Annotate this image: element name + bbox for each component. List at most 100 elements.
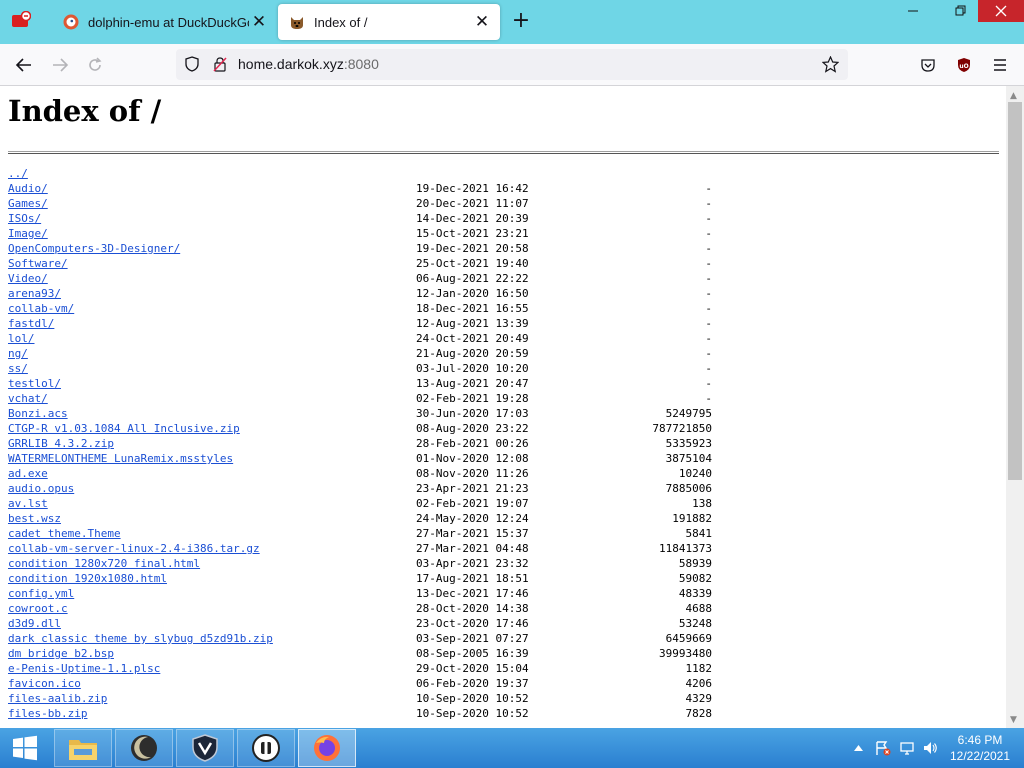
shield-app-icon [192, 734, 218, 762]
close-icon[interactable]: ✕ [472, 12, 492, 32]
taskbar-clock[interactable]: 6:46 PM 12/22/2021 [942, 732, 1018, 764]
app-menu-icon[interactable] [11, 11, 31, 29]
file-size: 787721850 [652, 422, 712, 435]
duckduckgo-icon [63, 14, 79, 30]
file-link[interactable]: collab-vm/ [8, 301, 74, 316]
file-link[interactable]: dark classic theme by slybug d5zd91b.zip [8, 631, 273, 646]
file-link[interactable]: CTGP-R v1.03.1084 All Inclusive.zip [8, 421, 240, 436]
file-link[interactable]: GRRLIB 4.3.2.zip [8, 436, 114, 451]
reload-icon[interactable] [82, 52, 108, 78]
file-link[interactable]: arena93/ [8, 286, 61, 301]
file-date: 18-Dec-2021 16:55 [416, 302, 529, 315]
tab-index-of[interactable]: Index of / ✕ [278, 4, 500, 40]
file-link[interactable]: best.wsz [8, 511, 61, 526]
file-size: - [705, 347, 712, 360]
file-size: - [705, 317, 712, 330]
back-icon[interactable] [11, 52, 37, 78]
file-size: - [705, 242, 712, 255]
file-date: 02-Feb-2021 19:07 [416, 497, 529, 510]
ublock-icon[interactable]: uO [951, 52, 977, 78]
file-size: 7828 [685, 707, 713, 720]
file-link[interactable]: condition 1280x720 final.html [8, 556, 200, 571]
taskbar-shield-app[interactable] [176, 729, 234, 767]
file-link[interactable]: favicon.ico [8, 676, 81, 691]
tray-expand-icon[interactable] [851, 728, 865, 768]
file-size: - [705, 197, 712, 210]
file-link[interactable]: Image/ [8, 226, 48, 241]
bookmark-star-icon[interactable] [822, 56, 839, 73]
minimize-icon[interactable] [890, 0, 936, 22]
taskbar: 6:46 PM 12/22/2021 [0, 728, 1024, 768]
vertical-scrollbar[interactable]: ▲ ▼ [1006, 86, 1024, 728]
parent-dir-link[interactable]: ../ [8, 166, 28, 181]
file-link[interactable]: Software/ [8, 256, 68, 271]
file-size: 53248 [678, 617, 712, 630]
file-link[interactable]: condition 1920x1080.html [8, 571, 167, 586]
clock-time: 6:46 PM [957, 733, 1003, 747]
file-link[interactable]: OpenComputers-3D-Designer/ [8, 241, 180, 256]
file-link[interactable]: ISOs/ [8, 211, 41, 226]
forward-icon[interactable] [47, 52, 73, 78]
pocket-icon[interactable] [915, 52, 941, 78]
scroll-thumb[interactable] [1008, 102, 1022, 480]
file-date: 13-Aug-2021 20:47 [416, 377, 529, 390]
file-link[interactable]: Games/ [8, 196, 48, 211]
file-size: 48339 [678, 587, 712, 600]
dog-favicon-icon [291, 17, 303, 29]
file-date: 27-Mar-2021 04:48 [416, 542, 529, 555]
file-link[interactable]: audio.opus [8, 481, 74, 496]
file-link[interactable]: vchat/ [8, 391, 48, 406]
file-date: 28-Feb-2021 00:26 [416, 437, 529, 450]
volume-icon[interactable] [920, 728, 940, 768]
page-title: Index of / [8, 94, 162, 128]
file-link[interactable]: ng/ [8, 346, 28, 361]
file-size: - [705, 182, 712, 195]
file-link[interactable]: e-Penis-Uptime-1.1.plsc [8, 661, 160, 676]
taskbar-firefox[interactable] [298, 729, 356, 767]
file-link[interactable]: dm bridge b2.bsp [8, 646, 114, 661]
file-date: 03-Apr-2021 23:32 [416, 557, 529, 570]
shield-icon[interactable] [184, 56, 200, 72]
file-link[interactable]: files-bb.zip [8, 706, 87, 721]
file-link[interactable]: config.yml [8, 586, 74, 601]
file-size: 39993480 [659, 647, 712, 660]
network-icon[interactable] [897, 728, 917, 768]
file-link[interactable]: Audio/ [8, 181, 48, 196]
file-link[interactable]: ad.exe [8, 466, 48, 481]
new-tab-icon[interactable]: + [510, 10, 532, 32]
taskbar-moon-app[interactable] [115, 729, 173, 767]
file-link[interactable]: cowroot.c [8, 601, 68, 616]
file-size: 58939 [678, 557, 712, 570]
file-size: 3875104 [665, 452, 712, 465]
file-date: 13-Dec-2021 17:46 [416, 587, 529, 600]
file-link[interactable]: fastdl/ [8, 316, 54, 331]
file-link[interactable]: Bonzi.acs [8, 406, 68, 421]
file-link[interactable]: av.lst [8, 496, 48, 511]
file-link[interactable]: cadet theme.Theme [8, 526, 121, 541]
url-host: home.darkok.xyz [238, 56, 344, 72]
file-size: 191882 [672, 512, 712, 525]
close-window-icon[interactable] [978, 0, 1024, 22]
hamburger-menu-icon[interactable] [987, 52, 1013, 78]
file-date: 20-Dec-2021 11:07 [416, 197, 529, 210]
clock-date: 12/22/2021 [949, 749, 1011, 763]
file-link[interactable]: files-aalib.zip [8, 691, 107, 706]
file-link[interactable]: lol/ [8, 331, 35, 346]
file-link[interactable]: WATERMELONTHEME LunaRemix.msstyles [8, 451, 233, 466]
lock-icon[interactable] [212, 56, 228, 72]
file-link[interactable]: collab-vm-server-linux-2.4-i386.tar.gz [8, 541, 260, 556]
file-link[interactable]: testlol/ [8, 376, 61, 391]
close-icon[interactable]: ✕ [249, 12, 269, 32]
action-center-flag-icon[interactable] [873, 728, 893, 768]
file-link[interactable]: ss/ [8, 361, 28, 376]
file-link[interactable]: Video/ [8, 271, 48, 286]
file-date: 23-Apr-2021 21:23 [416, 482, 529, 495]
scroll-down-icon[interactable]: ▼ [1010, 715, 1017, 725]
file-link[interactable]: d3d9.dll [8, 616, 61, 631]
windows-start-icon[interactable] [0, 728, 50, 768]
taskbar-file-explorer[interactable] [54, 729, 112, 767]
tab-duckduckgo[interactable]: dolphin-emu at DuckDuckGo ✕ [52, 4, 277, 40]
scroll-up-icon[interactable]: ▲ [1010, 91, 1017, 101]
address-bar[interactable]: home.darkok.xyz:8080 [176, 49, 848, 80]
taskbar-helmet-app[interactable] [237, 729, 295, 767]
